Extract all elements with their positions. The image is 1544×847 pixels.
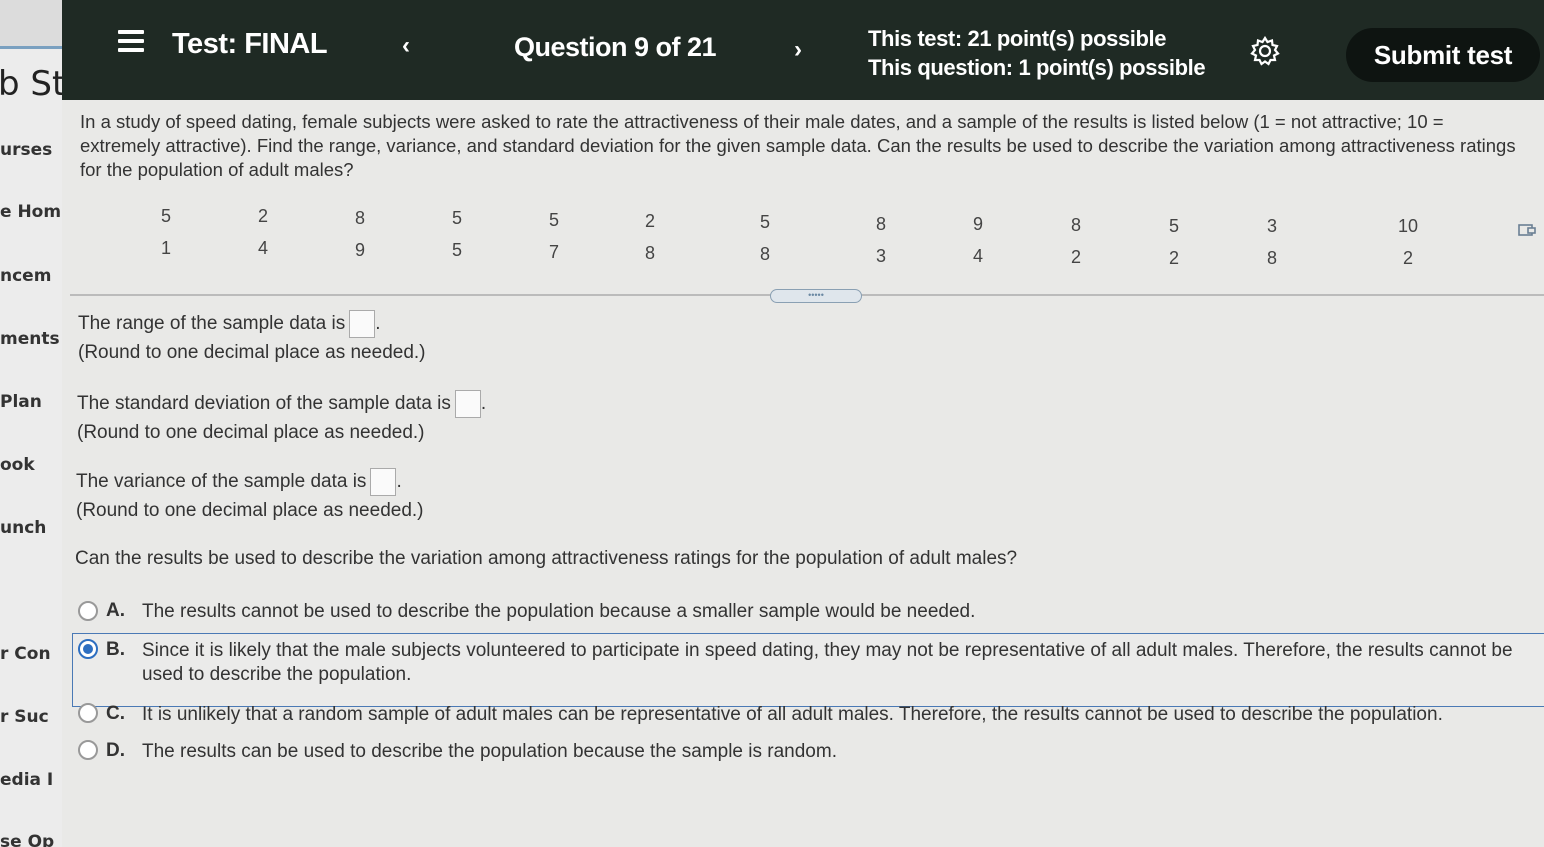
choice-a-text[interactable]: The results cannot be used to describe t…: [142, 600, 1522, 624]
range-label: The range of the sample data is: [78, 313, 346, 335]
data-cell: 5: [160, 206, 171, 226]
data-column: 82: [1046, 215, 1106, 279]
data-cell: 5: [1168, 216, 1179, 236]
choice-d-text[interactable]: The results can be used to describe the …: [142, 740, 1522, 764]
question-counter[interactable]: Question 9 of 21: [514, 32, 717, 63]
data-cell: 5: [548, 210, 559, 230]
mc-question: Can the results be used to describe the …: [75, 548, 1018, 569]
sidebar-item-gradebook[interactable]: ook: [0, 455, 35, 475]
sidebar-item-success[interactable]: r Suc: [0, 707, 49, 727]
question-points: This question: 1 point(s) possible: [868, 55, 1206, 80]
sidebar-top-strip: [0, 0, 62, 49]
choice-d-letter: D.: [106, 740, 125, 761]
variance-hint: (Round to one decimal place as needed.): [76, 500, 424, 521]
data-cell: 2: [257, 206, 268, 226]
sidebar-item-launch[interactable]: unch: [0, 518, 46, 538]
sidebar-item-home[interactable]: e Hom: [0, 202, 61, 222]
stdev-hint: (Round to one decimal place as needed.): [77, 422, 425, 443]
sidebar-title: b St: [0, 64, 62, 104]
next-question-button[interactable]: ›: [794, 36, 802, 64]
data-cell: 8: [644, 243, 655, 263]
sidebar-item-assignments[interactable]: ments: [0, 329, 60, 349]
data-cell: 10: [1397, 216, 1419, 236]
data-cell: 8: [875, 214, 886, 234]
data-cell: 5: [759, 212, 770, 232]
data-cell: 3: [1266, 216, 1277, 236]
range-period: .: [375, 313, 381, 335]
sidebar-item-options[interactable]: se Op: [0, 832, 54, 847]
data-column: 58: [735, 212, 795, 276]
data-cell: 4: [972, 246, 983, 266]
choice-b-radio[interactable]: [78, 639, 98, 659]
choice-b-text[interactable]: Since it is likely that the male subject…: [142, 639, 1522, 687]
sidebar-item-announcements[interactable]: ncem: [0, 266, 51, 286]
expand-icon[interactable]: [1517, 222, 1537, 238]
range-prompt: The range of the sample data is.: [78, 310, 381, 338]
data-cell: 1: [160, 238, 171, 258]
choice-a-letter: A.: [106, 600, 125, 621]
sidebar-item-plan[interactable]: Plan: [0, 392, 42, 412]
stdev-label: The standard deviation of the sample dat…: [77, 393, 451, 415]
gear-icon[interactable]: [1250, 36, 1280, 66]
data-cell: 5: [451, 240, 462, 260]
data-cell: 8: [354, 208, 365, 228]
variance-prompt: The variance of the sample data is.: [76, 468, 402, 496]
sidebar-item-contact[interactable]: r Con: [0, 644, 51, 664]
data-column: 10 2: [1378, 216, 1438, 280]
resize-handle[interactable]: •••••: [770, 289, 862, 303]
variance-period: .: [396, 471, 402, 493]
menu-icon[interactable]: [118, 30, 144, 54]
data-column: 57: [524, 210, 584, 274]
data-cell: 8: [759, 244, 770, 264]
data-cell: 5: [451, 208, 462, 228]
stdev-answer-input[interactable]: [454, 390, 481, 418]
previous-question-button[interactable]: ‹: [402, 32, 410, 60]
choice-d-radio[interactable]: [78, 740, 98, 760]
data-cell: 9: [354, 240, 365, 260]
data-cell: 9: [972, 214, 983, 234]
data-cell: 8: [1266, 248, 1277, 268]
data-column: 24: [233, 206, 293, 270]
question-text: In a study of speed dating, female subje…: [80, 111, 1516, 180]
stdev-period: .: [480, 393, 487, 415]
data-column: 89: [330, 208, 390, 272]
range-hint: (Round to one decimal place as needed.): [78, 342, 426, 363]
data-column: 28: [620, 211, 680, 275]
data-cell: 4: [257, 238, 268, 258]
test-points: This test: 21 point(s) possible: [868, 26, 1167, 51]
choice-c-letter: C.: [106, 703, 125, 724]
choice-c-text[interactable]: It is unlikely that a random sample of a…: [142, 703, 1532, 727]
choice-a-radio[interactable]: [78, 601, 98, 621]
range-answer-input[interactable]: [349, 310, 376, 338]
data-column: 52: [1144, 216, 1204, 280]
data-cell: 2: [1402, 248, 1413, 268]
test-header: Test: FINAL ‹ Question 9 of 21 › This te…: [62, 0, 1544, 100]
data-column: 83: [851, 214, 911, 278]
submit-test-button[interactable]: Submit test: [1346, 28, 1540, 82]
data-cell: 2: [1168, 248, 1179, 268]
data-cell: 7: [548, 242, 559, 262]
data-column: 55: [427, 208, 487, 272]
data-cell: 8: [1070, 215, 1081, 235]
points-info: This test: 21 point(s) possible This que…: [868, 24, 1206, 82]
choice-b-letter: B.: [106, 639, 125, 660]
data-cell: 3: [875, 246, 886, 266]
test-title: Test: FINAL: [172, 28, 328, 60]
course-sidebar: b St urses e Hom ncem ments Plan ook unc…: [0, 0, 62, 847]
choice-c-radio[interactable]: [78, 703, 98, 723]
stdev-prompt: The standard deviation of the sample dat…: [77, 390, 486, 418]
data-cell: 2: [644, 211, 655, 231]
variance-label: The variance of the sample data is: [76, 471, 367, 493]
data-cell: 2: [1070, 247, 1081, 267]
variance-answer-input[interactable]: [370, 468, 397, 496]
sidebar-item-courses[interactable]: urses: [0, 140, 52, 160]
data-column: 38: [1242, 216, 1302, 280]
data-column: 51: [136, 206, 196, 270]
data-column: 94: [948, 214, 1008, 278]
sidebar-item-media[interactable]: edia I: [0, 770, 53, 790]
